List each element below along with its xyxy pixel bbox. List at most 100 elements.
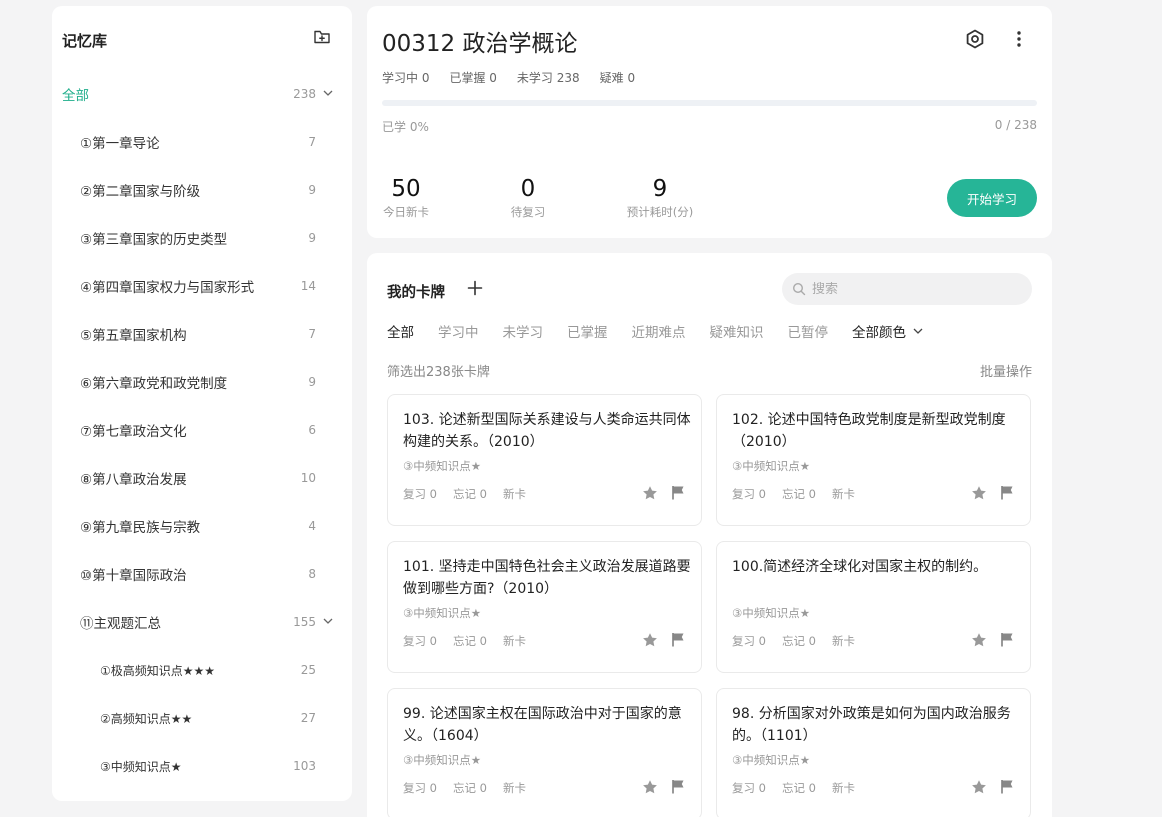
card-item[interactable]: 98. 分析国家对外政策是如何为国内政治服务的。（1101） ③中频知识点★ 复习 …	[716, 688, 1031, 817]
new-today-label: 今日新卡	[383, 205, 429, 219]
sidebar-item-count: 9	[308, 231, 316, 245]
card-item[interactable]: 102. 论述中国特色政党制度是新型政党制度（2010） ③中频知识点★ 复习 0 忘…	[716, 394, 1031, 526]
add-folder-icon[interactable]	[313, 28, 331, 46]
card-tag: ③中频知识点★	[403, 606, 482, 620]
card-forget-count: 忘记 0	[452, 781, 487, 795]
flag-icon[interactable]	[671, 485, 685, 500]
sidebar-item-very-high-freq[interactable]: ①极高频知识点★★★ 25	[52, 646, 352, 694]
add-card-icon[interactable]	[467, 280, 483, 296]
filter-learning[interactable]: 学习中	[438, 321, 479, 341]
card-review-count: 复习 0	[732, 781, 766, 795]
card-item[interactable]: 101. 坚持走中国特色社会主义政治发展道路要做到哪些方面?（2010） ③中频知…	[387, 541, 702, 673]
flag-icon[interactable]	[1000, 632, 1014, 647]
filter-difficult[interactable]: 疑难知识	[710, 321, 764, 341]
filter-tabs: 全部 学习中 未学习 已掌握 近期难点 疑难知识 已暂停 全部颜色	[387, 321, 948, 341]
sidebar-item-chapter-3[interactable]: ③第三章国家的历史类型 9	[52, 214, 352, 262]
card-meta: 复习 0 忘记 0 新卡	[732, 780, 855, 796]
sidebar-item-count: 6	[308, 423, 316, 437]
card-status: 新卡	[831, 781, 855, 795]
start-learning-button[interactable]: 开始学习	[947, 179, 1037, 217]
color-filter-label: 全部颜色	[852, 325, 906, 341]
card-status: 新卡	[831, 487, 855, 501]
card-item[interactable]: 100.简述经济全球化对国家主权的制约。 ③中频知识点★ 复习 0 忘记 0 新卡	[716, 541, 1031, 673]
cards-panel: 我的卡牌 全部 学习中 未学习 已掌握 近期难点 疑难知识 已暂停 全部颜色 筛…	[367, 253, 1052, 817]
sidebar-item-count: 27	[300, 711, 316, 725]
card-status: 新卡	[502, 781, 526, 795]
sidebar-item-count: 25	[300, 663, 316, 677]
settings-hexagon-icon[interactable]	[964, 28, 986, 50]
card-meta: 复习 0 忘记 0 新卡	[403, 780, 526, 796]
chevron-down-icon[interactable]	[322, 615, 334, 627]
sidebar-item-label: ②第二章国家与阶级	[80, 184, 201, 200]
sidebar-item-chapter-8[interactable]: ⑧第八章政治发展 10	[52, 454, 352, 502]
sidebar-item-label: ③中频知识点★	[100, 759, 182, 774]
sidebar-item-label: ⑦第七章政治文化	[80, 424, 187, 440]
filter-paused[interactable]: 已暂停	[788, 321, 829, 341]
star-icon[interactable]	[642, 485, 658, 501]
learned-ratio: 0 / 238	[994, 118, 1037, 132]
search-input[interactable]	[812, 281, 1022, 297]
card-tag: ③中频知识点★	[732, 753, 811, 767]
sidebar-item-count: 155	[293, 615, 316, 629]
search-box[interactable]	[782, 273, 1032, 305]
search-icon	[792, 282, 806, 296]
batch-operation-button[interactable]: 批量操作	[980, 361, 1032, 380]
sidebar-item-high-freq[interactable]: ②高频知识点★★ 27	[52, 694, 352, 742]
sidebar-item-chapter-9[interactable]: ⑨第九章民族与宗教 4	[52, 502, 352, 550]
filter-recent-hard[interactable]: 近期难点	[632, 321, 686, 341]
star-icon[interactable]	[642, 632, 658, 648]
stat-difficult: 疑难 0	[599, 71, 636, 85]
star-icon[interactable]	[971, 779, 987, 795]
card-tag: ③中频知识点★	[732, 606, 811, 620]
sidebar-item-chapter-4[interactable]: ④第四章国家权力与国家形式 14	[52, 262, 352, 310]
learned-percent: 已学 0%	[382, 120, 429, 134]
sidebar-item-count: 103	[293, 759, 316, 773]
card-status: 新卡	[831, 634, 855, 648]
sidebar-item-chapter-2[interactable]: ②第二章国家与阶级 9	[52, 166, 352, 214]
star-icon[interactable]	[642, 779, 658, 795]
flag-icon[interactable]	[671, 779, 685, 794]
est-time-value: 9	[652, 176, 668, 202]
card-tag: ③中频知识点★	[403, 459, 482, 473]
flag-icon[interactable]	[1000, 485, 1014, 500]
card-status: 新卡	[502, 634, 526, 648]
card-forget-count: 忘记 0	[452, 487, 487, 501]
card-review-count: 复习 0	[732, 634, 766, 648]
sidebar-item-chapter-10[interactable]: ⑩第十章国际政治 8	[52, 550, 352, 598]
flag-icon[interactable]	[1000, 779, 1014, 794]
card-meta: 复习 0 忘记 0 新卡	[403, 486, 526, 502]
sidebar-item-subjective[interactable]: ⑪主观题汇总 155	[52, 598, 352, 646]
sidebar-item-label: ⑩第十章国际政治	[80, 568, 187, 584]
sidebar-item-count: 10	[300, 471, 316, 485]
filter-all[interactable]: 全部	[387, 321, 414, 341]
card-question: 101. 坚持走中国特色社会主义政治发展道路要做到哪些方面?（2010）	[403, 559, 691, 597]
color-filter-dropdown[interactable]: 全部颜色	[852, 321, 924, 341]
sidebar-item-mid-freq[interactable]: ③中频知识点★ 103	[52, 742, 352, 790]
sidebar-item-chapter-5[interactable]: ⑤第五章国家机构 7	[52, 310, 352, 358]
sidebar-item-all[interactable]: 全部 238	[52, 70, 352, 118]
card-item[interactable]: 103. 论述新型国际关系建设与人类命运共同体构建的关系。（2010） ③中频知识…	[387, 394, 702, 526]
card-status: 新卡	[502, 487, 526, 501]
sidebar-item-count: 9	[308, 183, 316, 197]
flag-icon[interactable]	[671, 632, 685, 647]
card-forget-count: 忘记 0	[781, 634, 816, 648]
chevron-down-icon[interactable]	[322, 87, 334, 99]
card-question: 98. 分析国家对外政策是如何为国内政治服务的。（1101）	[732, 706, 1011, 744]
filter-unlearned[interactable]: 未学习	[503, 321, 544, 341]
card-item[interactable]: 99. 论述国家主权在国际政治中对于国家的意义。（1604） ③中频知识点★ 复习 …	[387, 688, 702, 817]
card-tag: ③中频知识点★	[403, 753, 482, 767]
sidebar-item-label: ③第三章国家的历史类型	[80, 232, 228, 248]
card-meta: 复习 0 忘记 0 新卡	[732, 633, 855, 649]
sidebar-item-chapter-6[interactable]: ⑥第六章政党和政党制度 9	[52, 358, 352, 406]
sidebar-item-chapter-1[interactable]: ①第一章导论 7	[52, 118, 352, 166]
star-icon[interactable]	[971, 485, 987, 501]
more-vertical-icon[interactable]	[1008, 28, 1030, 50]
filter-mastered[interactable]: 已掌握	[567, 321, 608, 341]
star-icon[interactable]	[971, 632, 987, 648]
sidebar-item-count: 14	[300, 279, 316, 293]
card-meta: 复习 0 忘记 0 新卡	[732, 486, 855, 502]
card-meta: 复习 0 忘记 0 新卡	[403, 633, 526, 649]
sidebar-item-chapter-7[interactable]: ⑦第七章政治文化 6	[52, 406, 352, 454]
deck-overview: 00312 政治学概论 学习中 0 已掌握 0 未学习 238 疑难 0 已学 …	[367, 6, 1052, 238]
sidebar-item-label: ①极高频知识点★★★	[100, 663, 216, 678]
